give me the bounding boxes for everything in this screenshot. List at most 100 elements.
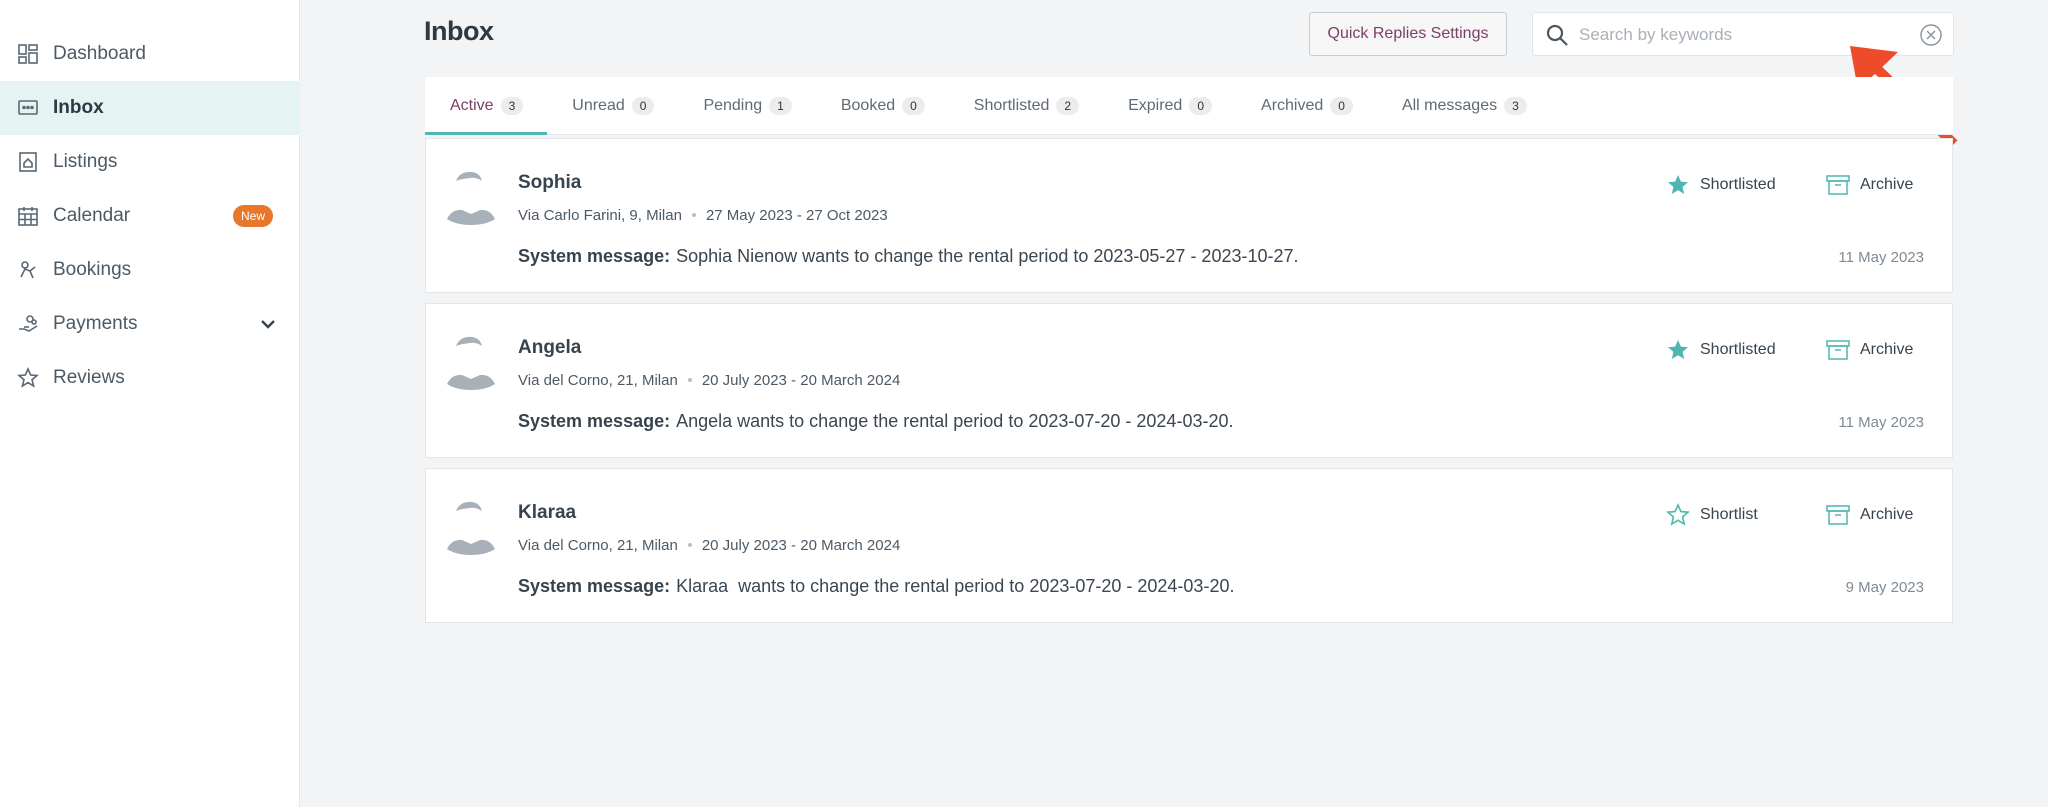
chevron-down-icon[interactable] <box>258 314 278 334</box>
sidebar-item-dashboard[interactable]: Dashboard <box>0 27 300 81</box>
dashboard-icon <box>17 43 39 65</box>
clear-icon[interactable] <box>1919 23 1943 47</box>
archive-button[interactable]: Archive <box>1826 338 1913 362</box>
tab-count-badge: 0 <box>631 96 655 115</box>
shortlist-label: Shortlisted <box>1700 341 1776 358</box>
tab-count-badge: 0 <box>1330 96 1353 115</box>
message-preview: System message: Klaraa wants to change th… <box>518 576 1234 597</box>
tab-expired[interactable]: Expired 0 <box>1103 77 1236 134</box>
archive-label: Archive <box>1860 176 1914 193</box>
separator-dot <box>687 543 692 547</box>
shortlist-button[interactable]: Shortlisted <box>1666 338 1776 362</box>
message-prefix: System message: <box>518 411 671 431</box>
sidebar-item-listings[interactable]: Listings <box>0 135 300 189</box>
message-text: Angela wants to change the rental period… <box>676 411 1234 431</box>
listing-meta: Via del Corno, 21, Milan 20 July 2023 - 2… <box>518 537 900 554</box>
message-date: 9 May 2023 <box>1845 579 1924 596</box>
archive-label: Archive <box>1860 506 1914 523</box>
tab-archived[interactable]: Archived 0 <box>1236 77 1377 134</box>
listing-address: Via Carlo Farini, 9, Milan <box>518 207 682 224</box>
tab-label: Expired <box>1128 96 1183 114</box>
message-preview: System message: Angela wants to change th… <box>518 411 1233 432</box>
separator-dot <box>691 213 696 217</box>
star-outline-icon <box>1666 503 1690 526</box>
conversation-card[interactable]: Sophia Via Carlo Farini, 9, Milan 27 May … <box>425 138 1953 293</box>
sidebar-item-label: Listings <box>53 151 118 172</box>
sidebar-item-label: Bookings <box>53 259 132 280</box>
tab-booked[interactable]: Booked 0 <box>816 77 949 134</box>
bookings-icon <box>17 259 39 281</box>
message-text: Sophia Nienow wants to change the rental… <box>676 246 1299 266</box>
message-prefix: System message: <box>518 576 671 596</box>
shortlist-label: Shortlisted <box>1700 176 1776 193</box>
tab-count-badge: 0 <box>902 96 925 115</box>
calendar-icon <box>17 205 39 227</box>
inbox-tabs: Active 3 Unread 0 Pending 1 Booked 0 Sho… <box>425 77 1953 135</box>
tab-label: All messages <box>1401 96 1498 114</box>
tab-shortlisted[interactable]: Shortlisted 2 <box>949 77 1103 134</box>
sidebar-item-reviews[interactable]: Reviews <box>0 351 300 405</box>
payments-icon <box>17 313 39 335</box>
sidebar: Dashboard Inbox Listings Calendar New Bo… <box>0 0 300 807</box>
star-filled-icon <box>1668 340 1688 359</box>
sidebar-item-inbox[interactable]: Inbox <box>0 81 300 135</box>
tab-count-badge: 3 <box>500 96 524 115</box>
sidebar-item-label: Inbox <box>53 97 104 118</box>
tab-label: Pending <box>703 96 763 114</box>
star-filled-icon <box>1668 175 1688 194</box>
shortlist-label: Shortlist <box>1700 506 1758 523</box>
listings-icon <box>17 151 39 173</box>
archive-icon <box>1826 175 1850 195</box>
tab-label: Booked <box>840 96 896 114</box>
search-icon <box>1546 24 1568 46</box>
page-title: Inbox <box>424 16 494 46</box>
tab-active[interactable]: Active 3 <box>425 77 548 135</box>
tab-label: Shortlisted <box>973 96 1050 114</box>
conversation-card[interactable]: Klaraa Via del Corno, 21, Milan 20 July 2… <box>425 468 1953 623</box>
archive-icon <box>1826 505 1850 525</box>
tab-unread[interactable]: Unread 0 <box>547 77 678 134</box>
avatar-placeholder-icon <box>447 336 495 390</box>
separator-dot <box>687 378 692 382</box>
archive-icon <box>1826 340 1850 360</box>
sidebar-item-label: Calendar <box>53 205 131 226</box>
tab-count-badge: 3 <box>1504 96 1527 115</box>
sidebar-item-calendar[interactable]: Calendar New <box>0 189 300 243</box>
archive-label: Archive <box>1860 341 1914 358</box>
rental-period: 20 July 2023 - 20 March 2024 <box>701 537 901 554</box>
tab-label: Active <box>450 96 494 114</box>
avatar-placeholder-icon <box>447 171 495 225</box>
sidebar-nav: Dashboard Inbox Listings Calendar New Bo… <box>0 27 300 405</box>
message-text: Klaraa wants to change the rental period… <box>676 576 1235 596</box>
contact-name[interactable]: Klaraa <box>518 502 576 524</box>
star-icon <box>17 367 39 389</box>
listing-meta: Via del Corno, 21, Milan 20 July 2023 - 2… <box>518 372 900 389</box>
archive-button[interactable]: Archive <box>1826 503 1913 527</box>
message-prefix: System message: <box>518 246 671 266</box>
shortlist-button[interactable]: Shortlist <box>1666 503 1758 527</box>
tab-pending[interactable]: Pending 1 <box>678 77 815 134</box>
conversation-card[interactable]: Angela Via del Corno, 21, Milan 20 July 2… <box>425 303 1953 458</box>
new-badge: New <box>233 205 274 227</box>
listing-address: Via del Corno, 21, Milan <box>518 537 678 554</box>
avatar-placeholder-icon <box>447 501 495 555</box>
sidebar-item-label: Reviews <box>53 367 125 388</box>
listing-address: Via del Corno, 21, Milan <box>518 372 678 389</box>
tab-count-badge: 0 <box>1189 96 1213 115</box>
listing-meta: Via Carlo Farini, 9, Milan 27 May 2023 - … <box>518 207 888 224</box>
sidebar-item-bookings[interactable]: Bookings <box>0 243 300 297</box>
quick-replies-settings-button[interactable]: Quick Replies Settings <box>1309 12 1507 56</box>
tab-all-messages[interactable]: All messages 3 <box>1377 77 1551 134</box>
contact-name[interactable]: Angela <box>518 337 581 359</box>
tab-label: Unread <box>572 96 625 114</box>
sidebar-item-label: Dashboard <box>53 43 146 64</box>
message-preview: System message: Sophia Nienow wants to ch… <box>518 246 1299 267</box>
message-date: 11 May 2023 <box>1838 414 1924 431</box>
rental-period: 20 July 2023 - 20 March 2024 <box>701 372 901 389</box>
contact-name[interactable]: Sophia <box>518 172 581 194</box>
rental-period: 27 May 2023 - 27 Oct 2023 <box>705 207 888 224</box>
tab-count-badge: 2 <box>1056 96 1080 115</box>
archive-button[interactable]: Archive <box>1826 173 1913 197</box>
shortlist-button[interactable]: Shortlisted <box>1666 173 1776 197</box>
sidebar-item-payments[interactable]: Payments <box>0 297 300 351</box>
